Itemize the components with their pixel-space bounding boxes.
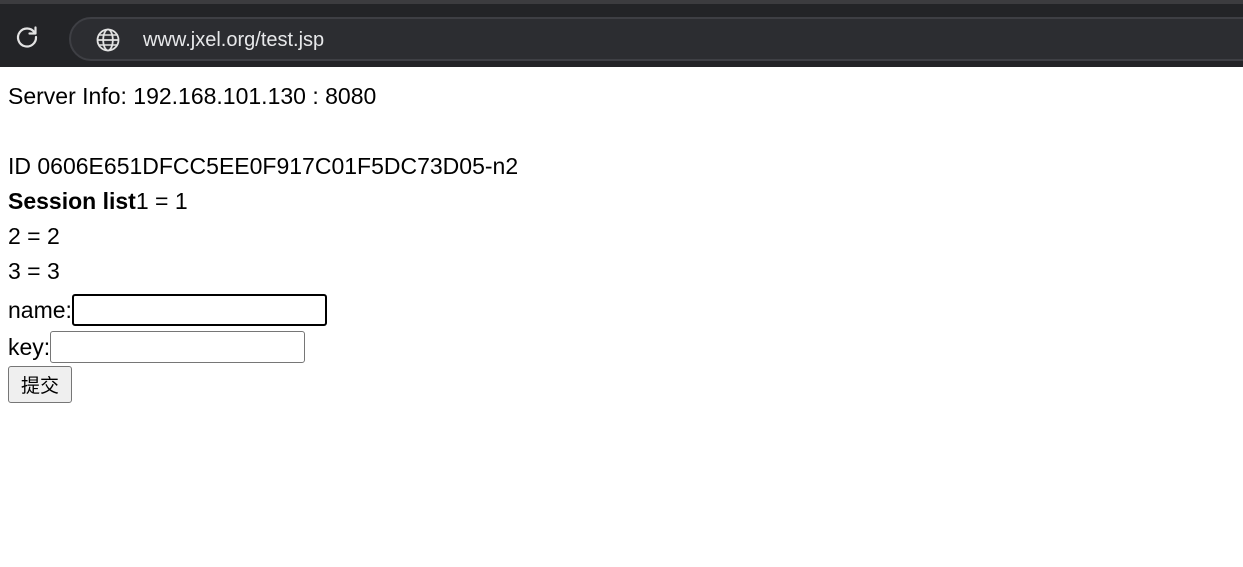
address-bar[interactable]: www.jxel.org/test.jsp xyxy=(69,17,1243,61)
session-id: ID 0606E651DFCC5EE0F917C01F5DC73D05-n2 xyxy=(8,153,519,179)
globe-icon xyxy=(96,28,120,52)
name-input[interactable] xyxy=(71,294,327,326)
session-item: 2 = 2 xyxy=(8,223,60,249)
key-label: key: xyxy=(8,333,51,360)
url-text[interactable]: www.jxel.org/test.jsp xyxy=(143,29,324,51)
site-info-button[interactable] xyxy=(95,27,121,53)
session-item: 3 = 3 xyxy=(8,258,60,284)
submit-button[interactable]: 提交 xyxy=(8,366,72,403)
session-item: 1 = 1 xyxy=(135,188,188,214)
page-body: Server Info: 192.168.101.130 : 8080 ID 0… xyxy=(8,79,518,403)
page-content: Server Info: 192.168.101.130 : 8080 ID 0… xyxy=(0,67,1243,567)
session-list-label: Session list xyxy=(8,188,136,214)
key-row: key: xyxy=(8,329,518,365)
key-input[interactable] xyxy=(50,331,306,363)
reload-button[interactable] xyxy=(11,21,43,53)
name-label: name: xyxy=(8,296,72,323)
reload-icon xyxy=(16,26,38,48)
server-info: Server Info: 192.168.101.130 : 8080 xyxy=(8,83,377,109)
browser-chrome: www.jxel.org/test.jsp xyxy=(0,0,1243,67)
session-list-first-row: Session list1 = 1 xyxy=(8,184,518,219)
browser-toolbar: www.jxel.org/test.jsp xyxy=(0,4,1243,67)
name-row: name: xyxy=(8,291,518,329)
